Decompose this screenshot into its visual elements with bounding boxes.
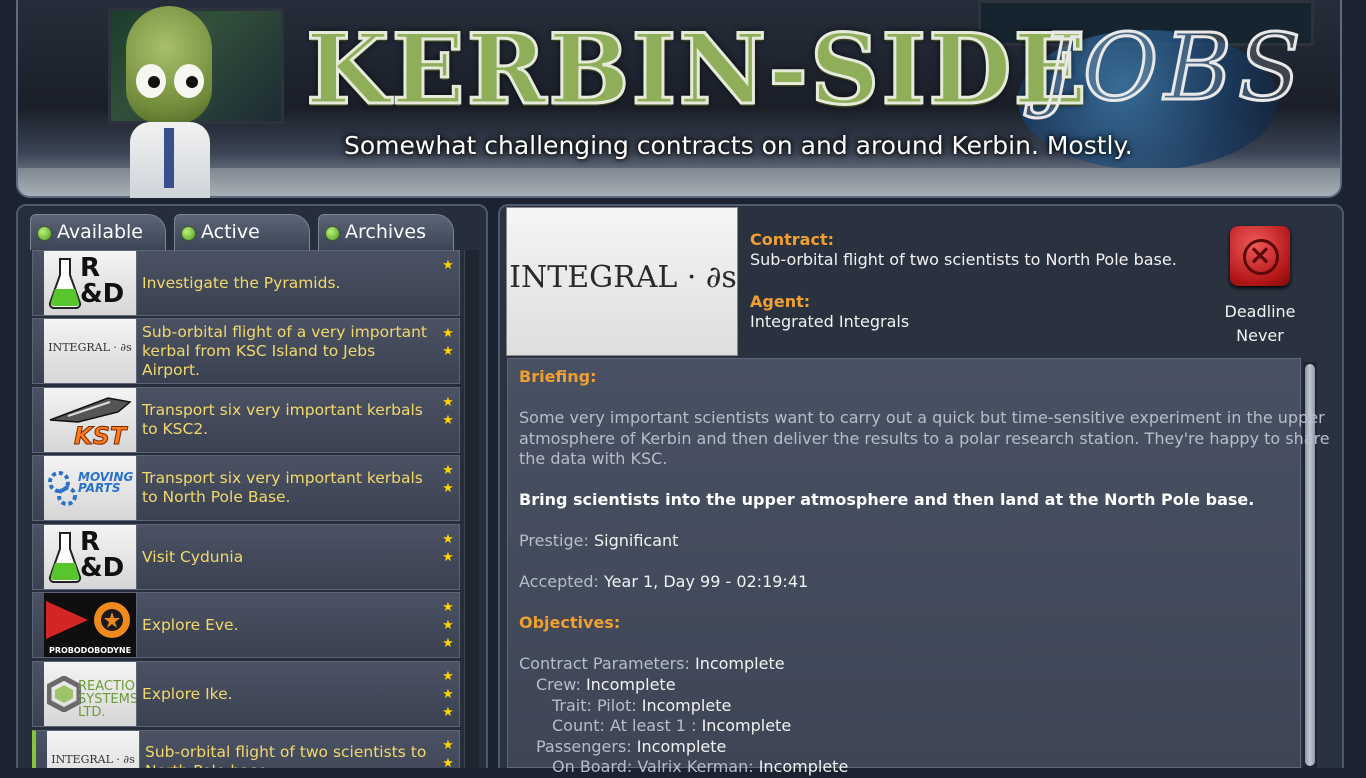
objective-status: Incomplete (694, 654, 785, 673)
contract-synopsis: Bring scientists into the upper atmosphe… (519, 490, 1255, 509)
contract-title: Explore Ike. (142, 684, 233, 703)
deadline-label: Deadline (1224, 302, 1296, 321)
moving-parts-logo: MOVING PARTS (44, 456, 137, 520)
contract-title: Explore Eve. (142, 615, 239, 634)
rd-flask-logo: R &D (44, 525, 137, 589)
reaction-systems-logo: REACTIONSYSTEMS LTD. (44, 662, 137, 726)
integral-logo: INTEGRAL · ∂s (47, 731, 140, 768)
prestige-star-icon: ★ ★ ★ (442, 669, 454, 720)
objective-label: On Board: Valrix Kerman: (552, 757, 754, 776)
prestige-star-icon: ★ ★ (442, 463, 454, 496)
objective-label: Contract Parameters: (519, 654, 690, 673)
objective-row: Count: At least 1 : Incomplete (552, 716, 791, 737)
prestige-star-icon: ★ ★ (442, 738, 454, 768)
briefing-text: the data with KSC. (519, 449, 668, 468)
decline-contract-button[interactable]: × (1230, 226, 1290, 286)
contract-title: Sub-orbital flight of a very important k… (142, 322, 427, 379)
tab-label: Available (57, 221, 144, 243)
contract-label: Contract: (750, 230, 834, 249)
contract-list-item[interactable]: INTEGRAL · ∂s Sub-orbital flight of a ve… (32, 318, 460, 384)
objective-status: Incomplete (636, 737, 727, 756)
objective-label: Count: At least 1 : (552, 716, 697, 735)
tab-available[interactable]: Available (30, 214, 166, 250)
objective-row: On Board: Valrix Kerman: Incomplete (552, 757, 848, 778)
prestige-star-icon: ★ ★ (442, 532, 454, 565)
objective-label: Crew: (536, 675, 581, 694)
contract-list-item[interactable]: REACTIONSYSTEMS LTD. Explore Ike. ★★★ (32, 661, 460, 727)
prestige-label: Prestige: (519, 531, 589, 550)
contract-title: Investigate the Pyramids. (142, 273, 341, 292)
contract-list-item[interactable]: R &D Visit Cydunia ★ ★ (32, 524, 460, 590)
kst-logo: KST (44, 388, 137, 452)
objective-row: Contract Parameters: Incomplete (519, 654, 785, 675)
objective-label: Passengers: (536, 737, 632, 756)
contract-name: Sub-orbital flight of two scientists to … (750, 250, 1177, 269)
objective-row: Crew: Incomplete (536, 675, 676, 696)
banner-subtitle: Somewhat challenging contracts on and ar… (344, 131, 1133, 160)
deadline-info: Deadline Never (1208, 300, 1312, 348)
prestige-row: Prestige: Significant (519, 531, 678, 552)
close-icon: × (1248, 238, 1272, 271)
accepted-value: Year 1, Day 99 - 02:19:41 (604, 572, 809, 591)
contract-list-item[interactable]: MOVING PARTS Transport six very importan… (32, 455, 460, 521)
agent-name: Integrated Integrals (750, 312, 910, 331)
contract-list-item[interactable]: PROBODOBODYNE Explore Eve. ★ ★ ★ (32, 592, 460, 658)
accepted-label: Accepted: (519, 572, 599, 591)
status-dot-icon (182, 227, 195, 240)
probodobodyne-logo: PROBODOBODYNE (44, 593, 137, 657)
contract-title: Sub-orbital flight of two scientists to … (145, 743, 427, 768)
contract-list: R &D Investigate the Pyramids. ★ INTEGRAL… (32, 250, 460, 768)
objectives-heading: Objectives: (519, 613, 621, 632)
contract-list-item[interactable]: KST Transport six very important kerbals… (32, 387, 460, 453)
agent-label: Agent: (750, 292, 811, 311)
contract-list-scrollbar[interactable] (464, 250, 479, 768)
objective-status: Incomplete (641, 696, 732, 715)
briefing-text: atmosphere of Kerbin and then deliver th… (519, 428, 1330, 448)
deadline-value: Never (1236, 326, 1284, 345)
agency-logo: INTEGRAL · ∂s (506, 207, 738, 356)
contract-list-item[interactable]: R &D Investigate the Pyramids. ★ (32, 250, 460, 316)
status-dot-icon (38, 227, 51, 240)
contract-title: Transport six very important kerbals to … (142, 401, 423, 438)
tab-active[interactable]: Active (174, 214, 310, 250)
briefing-heading: Briefing: (519, 367, 597, 386)
rd-flask-logo: R &D (44, 251, 137, 315)
banner-title-script: JOBS (1039, 13, 1307, 123)
prestige-star-icon: ★ ★ ★ (442, 600, 454, 651)
tab-label: Active (201, 221, 260, 243)
objective-label: Trait: Pilot: (552, 696, 637, 715)
tab-archives[interactable]: Archives (318, 214, 454, 250)
tab-label: Archives (345, 221, 426, 243)
prestige-star-icon: ★ ★ (442, 395, 454, 428)
prestige-star-icon: ★ (442, 258, 454, 273)
prestige-star-icon: ★ ★ (442, 326, 454, 359)
briefing-text: Some very important scientists want to c… (519, 408, 1325, 427)
status-dot-icon (326, 227, 339, 240)
objective-status: Incomplete (758, 757, 849, 776)
kerbal-mascot-image (108, 6, 228, 198)
banner-title: KERBIN-SIDE (305, 12, 1089, 128)
objective-status: Incomplete (701, 716, 792, 735)
prestige-value: Significant (593, 531, 679, 550)
accepted-row: Accepted: Year 1, Day 99 - 02:19:41 (519, 572, 808, 593)
objective-status: Incomplete (585, 675, 676, 694)
objective-row: Passengers: Incomplete (536, 737, 726, 758)
contract-title: Visit Cydunia (142, 547, 244, 566)
integral-logo: INTEGRAL · ∂s (44, 319, 137, 383)
contract-list-item-selected[interactable]: INTEGRAL · ∂s Sub-orbital flight of two … (32, 730, 460, 768)
objective-row: Trait: Pilot: Incomplete (552, 696, 731, 717)
contract-title: Transport six very important kerbals to … (142, 469, 423, 506)
